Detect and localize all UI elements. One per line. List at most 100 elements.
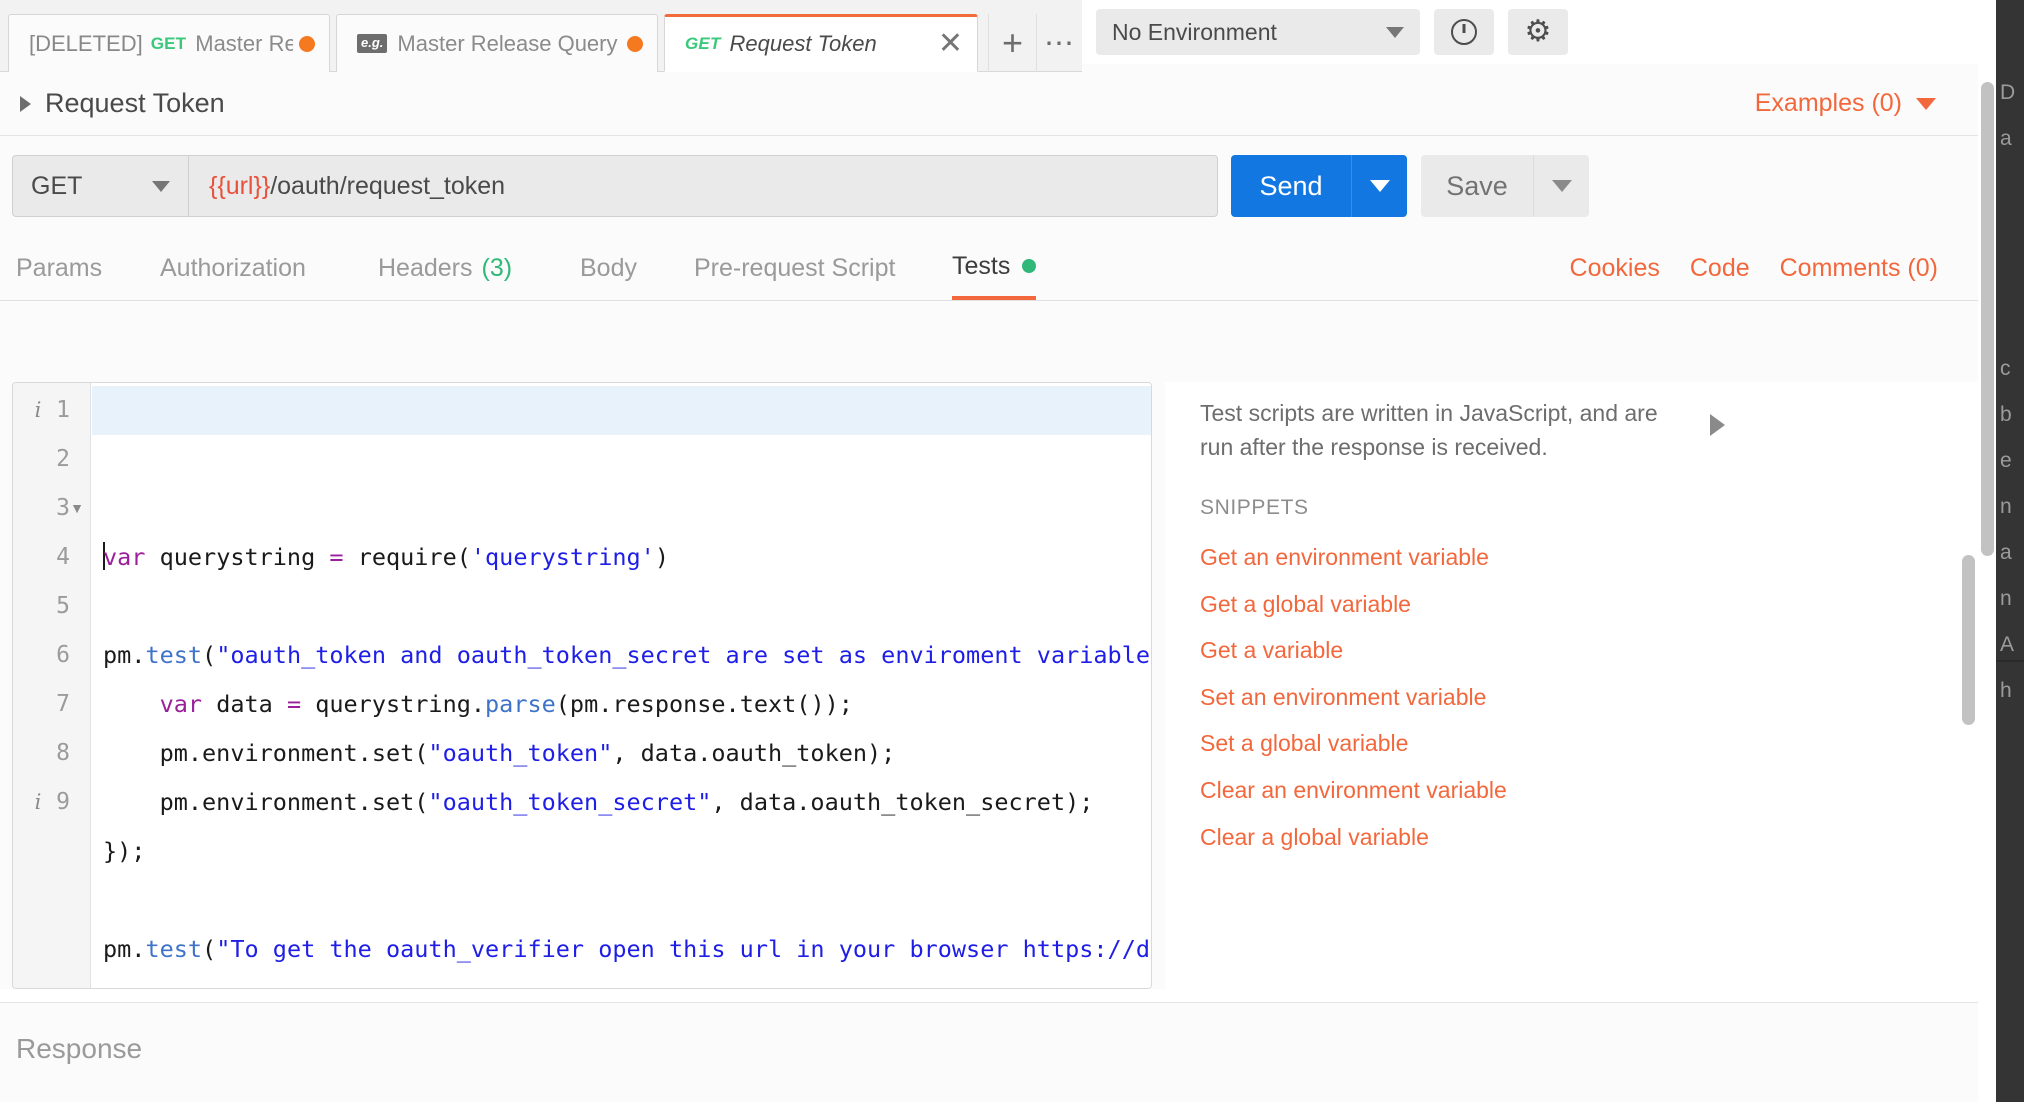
triangle-right-icon[interactable]	[1710, 414, 1725, 436]
snippets-scrollbar-thumb[interactable]	[1962, 555, 1975, 725]
chevron-down-icon	[1551, 180, 1572, 192]
example-badge-icon: e.g.	[357, 34, 388, 53]
http-method-label: GET	[31, 171, 83, 200]
editor-gutter-row: i1	[13, 386, 90, 435]
editor-line: pm.environment.set("oauth_token_secret",…	[103, 778, 1151, 827]
background-dark-panel-text: DacbenanAh	[2000, 81, 2016, 702]
snippet-item[interactable]: Get a global variable	[1200, 581, 1720, 628]
snippet-item[interactable]: Clear an environment variable	[1200, 767, 1720, 814]
code-link[interactable]: Code	[1690, 254, 1750, 283]
request-section-tabs: Params Authorization Headers (3) Body Pr…	[0, 235, 1996, 301]
editor-line: pm.test("To get the oauth_verifier open …	[103, 925, 1151, 974]
code-token: ))	[994, 984, 1022, 988]
editor-code-lines: var querystring = require('querystring')…	[92, 533, 1152, 988]
ellipsis-icon[interactable]: ⋯	[1036, 14, 1082, 72]
postman-app-window: DacbenanAh [DELETED] GET Master Release …	[0, 0, 2024, 1102]
editor-line: var querystring = require('querystring')	[103, 533, 1151, 582]
editor-line-numbers: i 1 2 3 ▼ 4 5 6 7 8 i 9	[13, 383, 90, 876]
tests-help-panel: Test scripts are written in JavaScript, …	[1165, 382, 1983, 989]
code-token: querystring	[145, 543, 330, 571]
editor-gutter-row: 5	[13, 582, 90, 631]
examples-button[interactable]: Examples (0)	[1755, 89, 1936, 118]
settings-button[interactable]: ⚙	[1508, 9, 1568, 55]
editor-code-area[interactable]: var querystring = require('querystring')…	[92, 383, 1151, 988]
tab-headers[interactable]: Headers (3)	[378, 236, 512, 300]
tab-title-label: Master Release Qu	[195, 30, 293, 56]
http-method-selector[interactable]: GET	[12, 155, 188, 217]
send-button[interactable]: Send	[1231, 155, 1351, 217]
send-options-button[interactable]	[1351, 155, 1407, 217]
snippets-list: Get an environment variable Get a global …	[1200, 534, 1720, 860]
chevron-down-icon	[1369, 180, 1390, 192]
page-title: Request Token	[45, 88, 225, 118]
code-token: "oauth_token"	[428, 739, 613, 767]
eye-icon	[1451, 19, 1477, 45]
tests-active-dot-icon	[1022, 259, 1037, 273]
code-token: +	[513, 984, 527, 988]
tab-deleted-label: [DELETED]	[29, 30, 143, 56]
environment-selected-label: No Environment	[1112, 18, 1277, 45]
chevron-down-icon	[1386, 26, 1404, 38]
code-token: pm.environment.set(	[103, 788, 429, 816]
environment-quick-look-button[interactable]	[1434, 9, 1494, 55]
tests-code-editor[interactable]: i 1 2 3 ▼ 4 5 6 7 8 i 9 var querystring = require('…	[12, 382, 1152, 989]
save-options-button[interactable]	[1533, 155, 1589, 217]
code-token: "oauth_token_secret"	[428, 788, 712, 816]
line-number: 1	[56, 397, 70, 423]
request-tab-1[interactable]: [DELETED] GET Master Release Qu	[8, 14, 330, 72]
line-number: 5	[56, 593, 70, 619]
tab-body[interactable]: Body	[580, 236, 637, 300]
snippet-item[interactable]: Set an environment variable	[1200, 674, 1720, 721]
examples-label: Examples (0)	[1754, 89, 1902, 117]
editor-line: /authorize?oauth_token=" + pm.environmen…	[103, 974, 1151, 988]
page-scrollbar-thumb[interactable]	[1981, 82, 1994, 556]
save-button[interactable]: Save	[1421, 155, 1533, 217]
comments-link[interactable]: Comments (0)	[1780, 254, 1938, 283]
tab-authorization[interactable]: Authorization	[160, 236, 306, 300]
url-input[interactable]: {{url}}/oauth/request_token	[188, 155, 1218, 217]
editor-gutter-row	[13, 827, 90, 876]
close-icon[interactable]: ✕	[938, 29, 963, 59]
environment-bar: No Environment ⚙	[1082, 0, 1996, 64]
code-token: "oauth_token"	[810, 984, 994, 988]
tab-label: Tests	[952, 251, 1011, 280]
request-tab-2[interactable]: e.g. Master Release Query	[336, 14, 658, 72]
tab-method-label: GET	[150, 33, 187, 53]
cookies-link[interactable]: Cookies	[1570, 254, 1660, 283]
snippet-item[interactable]: Clear a global variable	[1200, 814, 1720, 861]
request-tab-strip: [DELETED] GET Master Release Qu e.g. Mas…	[0, 0, 1082, 72]
editor-gutter-row: 6	[13, 631, 90, 680]
tab-params[interactable]: Params	[16, 236, 102, 300]
tab-label: Body	[580, 253, 637, 282]
tab-tests[interactable]: Tests	[952, 236, 1037, 300]
plus-icon[interactable]: +	[988, 14, 1036, 72]
snippet-item[interactable]: Get a variable	[1200, 627, 1720, 674]
snippet-item[interactable]: Set a global variable	[1200, 720, 1720, 767]
editor-gutter-row: 4	[13, 533, 90, 582]
code-token: "oauth_token and oauth_token_secret are …	[216, 641, 1152, 669]
gear-icon: ⚙	[1524, 15, 1552, 48]
editor-gutter-row: i9	[13, 778, 90, 827]
code-token: pm.environment.get(	[527, 984, 811, 988]
code-token: (	[202, 641, 217, 669]
fold-toggle-icon[interactable]: ▼	[70, 484, 84, 533]
editor-gutter-row: 7	[13, 680, 90, 729]
tab-label: Params	[16, 253, 103, 282]
tab-pre-request-script[interactable]: Pre-request Script	[694, 236, 895, 300]
environment-selector[interactable]: No Environment	[1096, 9, 1420, 55]
active-line-highlight	[92, 386, 1151, 435]
tab-unsaved-dot	[299, 35, 315, 52]
tab-label: Authorization	[160, 253, 306, 282]
response-section: Response	[0, 1002, 1996, 1102]
line-number: 9	[56, 789, 70, 815]
triangle-right-icon[interactable]	[20, 95, 31, 112]
code-token: test	[145, 641, 203, 669]
request-utility-links: Cookies Code Comments (0)	[1570, 236, 1938, 300]
editor-line: var data = querystring.parse(pm.response…	[103, 680, 1151, 729]
chevron-down-icon	[152, 180, 170, 192]
response-label: Response	[16, 1033, 143, 1064]
request-tab-3-active[interactable]: GET Request Token ✕	[664, 14, 978, 72]
snippet-item[interactable]: Get an environment variable	[1200, 534, 1720, 581]
tab-method-label: GET	[685, 34, 721, 53]
code-token: , data.oauth_token);	[612, 739, 896, 767]
